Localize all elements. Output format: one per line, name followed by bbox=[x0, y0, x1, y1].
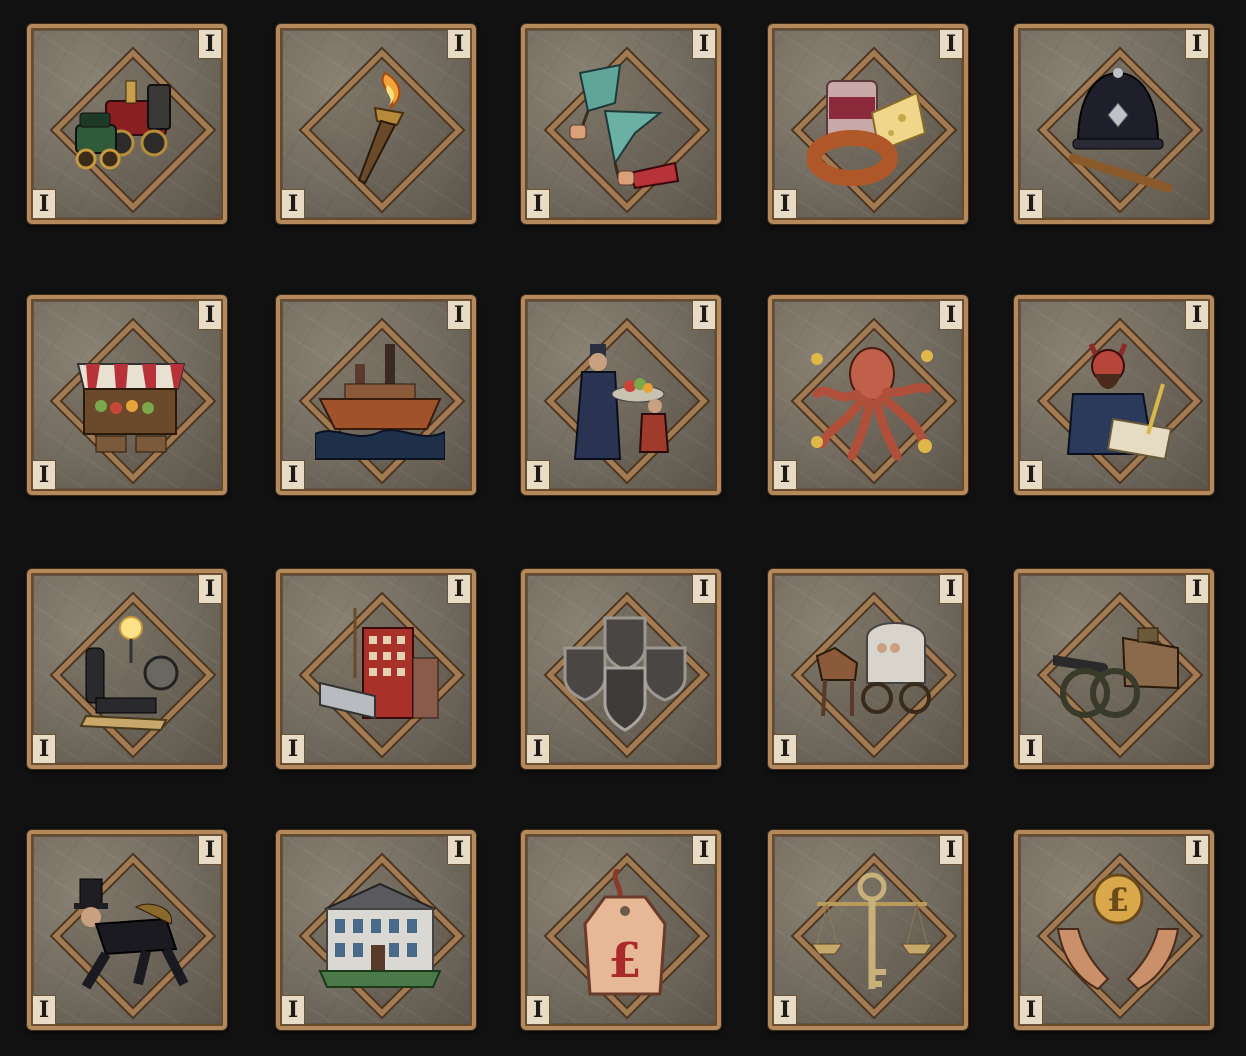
tier-badge: I bbox=[282, 735, 304, 763]
tier-badge: I bbox=[527, 461, 549, 489]
torch-icon bbox=[315, 63, 445, 193]
market-stall-icon bbox=[66, 334, 196, 464]
tier-badge: I bbox=[448, 575, 470, 603]
tier-badge: I bbox=[1186, 30, 1208, 58]
crawling-gentleman-icon bbox=[66, 869, 196, 999]
tier-badge: I bbox=[1020, 461, 1042, 489]
tier-badge: I bbox=[282, 461, 304, 489]
tier-badge: I bbox=[527, 735, 549, 763]
tier-badge: I bbox=[1186, 575, 1208, 603]
tier-badge: I bbox=[693, 575, 715, 603]
card-octopus[interactable]: I I bbox=[768, 295, 968, 495]
tier-badge: I bbox=[448, 30, 470, 58]
card-pound-coin[interactable]: £ I I bbox=[1014, 830, 1214, 1030]
police-helmet-baton-icon bbox=[1053, 63, 1183, 193]
tier-badge: I bbox=[693, 836, 715, 864]
tier-badge: I bbox=[33, 461, 55, 489]
signal-flags-icon bbox=[560, 63, 690, 193]
tier-badge: I bbox=[774, 735, 796, 763]
card-generator[interactable]: I I bbox=[27, 569, 227, 769]
card-police[interactable]: I I bbox=[1014, 24, 1214, 224]
tier-badge: I bbox=[199, 30, 221, 58]
tier-badge: I bbox=[282, 190, 304, 218]
devil-signing-contract-icon bbox=[1053, 334, 1183, 464]
card-mansion[interactable]: I I bbox=[276, 830, 476, 1030]
tier-badge: I bbox=[33, 996, 55, 1024]
card-steamship[interactable]: I I bbox=[276, 295, 476, 495]
mansion-icon bbox=[315, 869, 445, 999]
tier-badge: I bbox=[33, 735, 55, 763]
tier-badge: I bbox=[33, 190, 55, 218]
four-shields-icon bbox=[560, 608, 690, 738]
card-price-tag[interactable]: £ I I bbox=[521, 830, 721, 1030]
kneeling-offering-icon bbox=[560, 334, 690, 464]
horse-carriage-icon bbox=[807, 608, 937, 738]
card-construction[interactable]: I I bbox=[276, 569, 476, 769]
card-signal-flags[interactable]: I I bbox=[521, 24, 721, 224]
tier-badge: I bbox=[1020, 190, 1042, 218]
tier-badge: I bbox=[940, 836, 962, 864]
tier-badge: I bbox=[940, 301, 962, 329]
tier-badge: I bbox=[282, 996, 304, 1024]
card-carriage[interactable]: I I bbox=[768, 569, 968, 769]
card-scales-key[interactable]: I I bbox=[768, 830, 968, 1030]
tier-badge: I bbox=[774, 190, 796, 218]
tier-badge: I bbox=[693, 301, 715, 329]
tier-badge: I bbox=[527, 996, 549, 1024]
tier-badge: I bbox=[940, 30, 962, 58]
pound-price-tag-icon: £ bbox=[560, 869, 690, 999]
locomotive-car-icon bbox=[66, 63, 196, 193]
tier-badge: I bbox=[693, 30, 715, 58]
card-provisions[interactable]: I I bbox=[768, 24, 968, 224]
electric-generator-bulb-icon bbox=[66, 608, 196, 738]
card-crawling-man[interactable]: I I bbox=[27, 830, 227, 1030]
tier-badge: I bbox=[199, 575, 221, 603]
card-devil-contract[interactable]: I I bbox=[1014, 295, 1214, 495]
tier-badge: I bbox=[448, 301, 470, 329]
svg-text:£: £ bbox=[608, 933, 641, 989]
card-shields[interactable]: I I bbox=[521, 569, 721, 769]
steel-girder-building-icon bbox=[315, 608, 445, 738]
tier-badge: I bbox=[940, 575, 962, 603]
tier-badge: I bbox=[1020, 735, 1042, 763]
cannon-tank-icon bbox=[1053, 608, 1183, 738]
svg-text:£: £ bbox=[1107, 881, 1129, 919]
tier-badge: I bbox=[774, 461, 796, 489]
tier-badge: I bbox=[774, 996, 796, 1024]
card-market[interactable]: I I bbox=[27, 295, 227, 495]
sardine-can-cheese-sausage-icon bbox=[807, 63, 937, 193]
hands-pound-coin-icon: £ bbox=[1053, 869, 1183, 999]
tier-badge: I bbox=[1020, 996, 1042, 1024]
tier-badge: I bbox=[527, 190, 549, 218]
scales-key-icon bbox=[807, 869, 937, 999]
card-locomotive[interactable]: I I bbox=[27, 24, 227, 224]
steamship-icon bbox=[315, 334, 445, 464]
card-torch[interactable]: I I bbox=[276, 24, 476, 224]
tier-badge: I bbox=[1186, 836, 1208, 864]
octopus-icon bbox=[807, 334, 937, 464]
tier-badge: I bbox=[448, 836, 470, 864]
card-offering[interactable]: I I bbox=[521, 295, 721, 495]
tier-badge: I bbox=[1186, 301, 1208, 329]
tier-badge: I bbox=[199, 301, 221, 329]
card-artillery[interactable]: I I bbox=[1014, 569, 1214, 769]
tier-badge: I bbox=[199, 836, 221, 864]
